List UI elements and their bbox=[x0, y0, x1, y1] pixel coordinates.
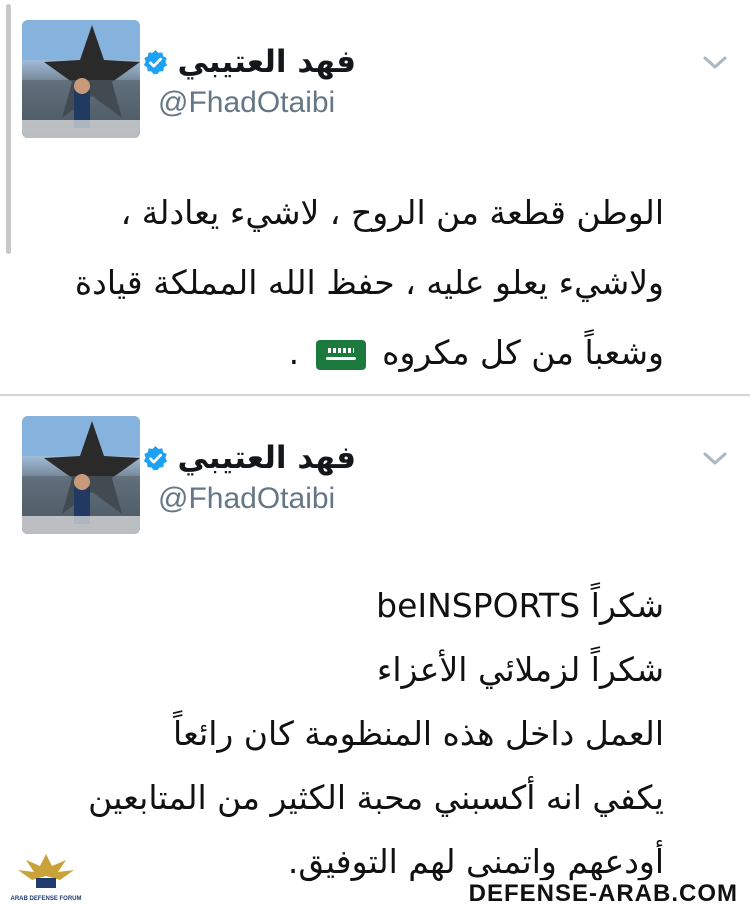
tweet-card[interactable]: فهد العتيبي @FhadOtaibi الوطن قطعة من ال… bbox=[0, 0, 750, 394]
tweet-card[interactable]: فهد العتيبي @FhadOtaibi شكراً beINSPORTS… bbox=[0, 394, 750, 914]
tweet-line: شكراً لزملائي الأعزاء bbox=[376, 650, 664, 689]
tweet-line: ولاشيء يعلو عليه ، حفظ الله المملكة قياد… bbox=[74, 263, 664, 302]
handle[interactable]: @FhadOtaibi bbox=[158, 86, 335, 120]
arab-defense-forum-logo: ARAB DEFENSE FORUM bbox=[10, 854, 82, 902]
tweet-line-text: وشعباً من كل مكروه bbox=[382, 333, 664, 372]
display-name[interactable]: فهد العتيبي bbox=[177, 44, 356, 80]
handle[interactable]: @FhadOtaibi bbox=[158, 482, 335, 516]
verified-badge-icon bbox=[144, 49, 168, 74]
name-row: فهد العتيبي bbox=[142, 44, 356, 80]
tweet-line: العمل داخل هذه المنظومة كان رائعاً bbox=[173, 714, 664, 753]
tweet-line: شكراً beINSPORTS bbox=[376, 586, 664, 625]
name-row: فهد العتيبي bbox=[142, 440, 356, 476]
avatar[interactable] bbox=[22, 20, 140, 138]
display-name[interactable]: فهد العتيبي bbox=[177, 440, 356, 476]
tweet-line: الوطن قطعة من الروح ، لاشيء يعادلة ، bbox=[120, 193, 664, 232]
saudi-flag-emoji bbox=[315, 339, 366, 370]
tweet-text: الوطن قطعة من الروح ، لاشيء يعادلة ، ولا… bbox=[24, 178, 664, 388]
tweet-line-end: . bbox=[288, 333, 300, 372]
tweet-text: شكراً beINSPORTS شكراً لزملائي الأعزاء ا… bbox=[4, 574, 664, 894]
avatar[interactable] bbox=[22, 416, 140, 534]
chevron-down-icon[interactable] bbox=[700, 448, 730, 468]
logo-text: ARAB DEFENSE FORUM bbox=[10, 896, 81, 902]
verified-badge-icon bbox=[144, 445, 168, 470]
tweet-line: وشعباً من كل مكروه . bbox=[24, 318, 664, 388]
tweet-line: يكفي انه أكسبني محبة الكثير من المتابعين bbox=[88, 778, 664, 817]
watermark-site: DEFENSE-ARAB.COM bbox=[464, 880, 742, 908]
chevron-down-icon[interactable] bbox=[700, 52, 730, 72]
